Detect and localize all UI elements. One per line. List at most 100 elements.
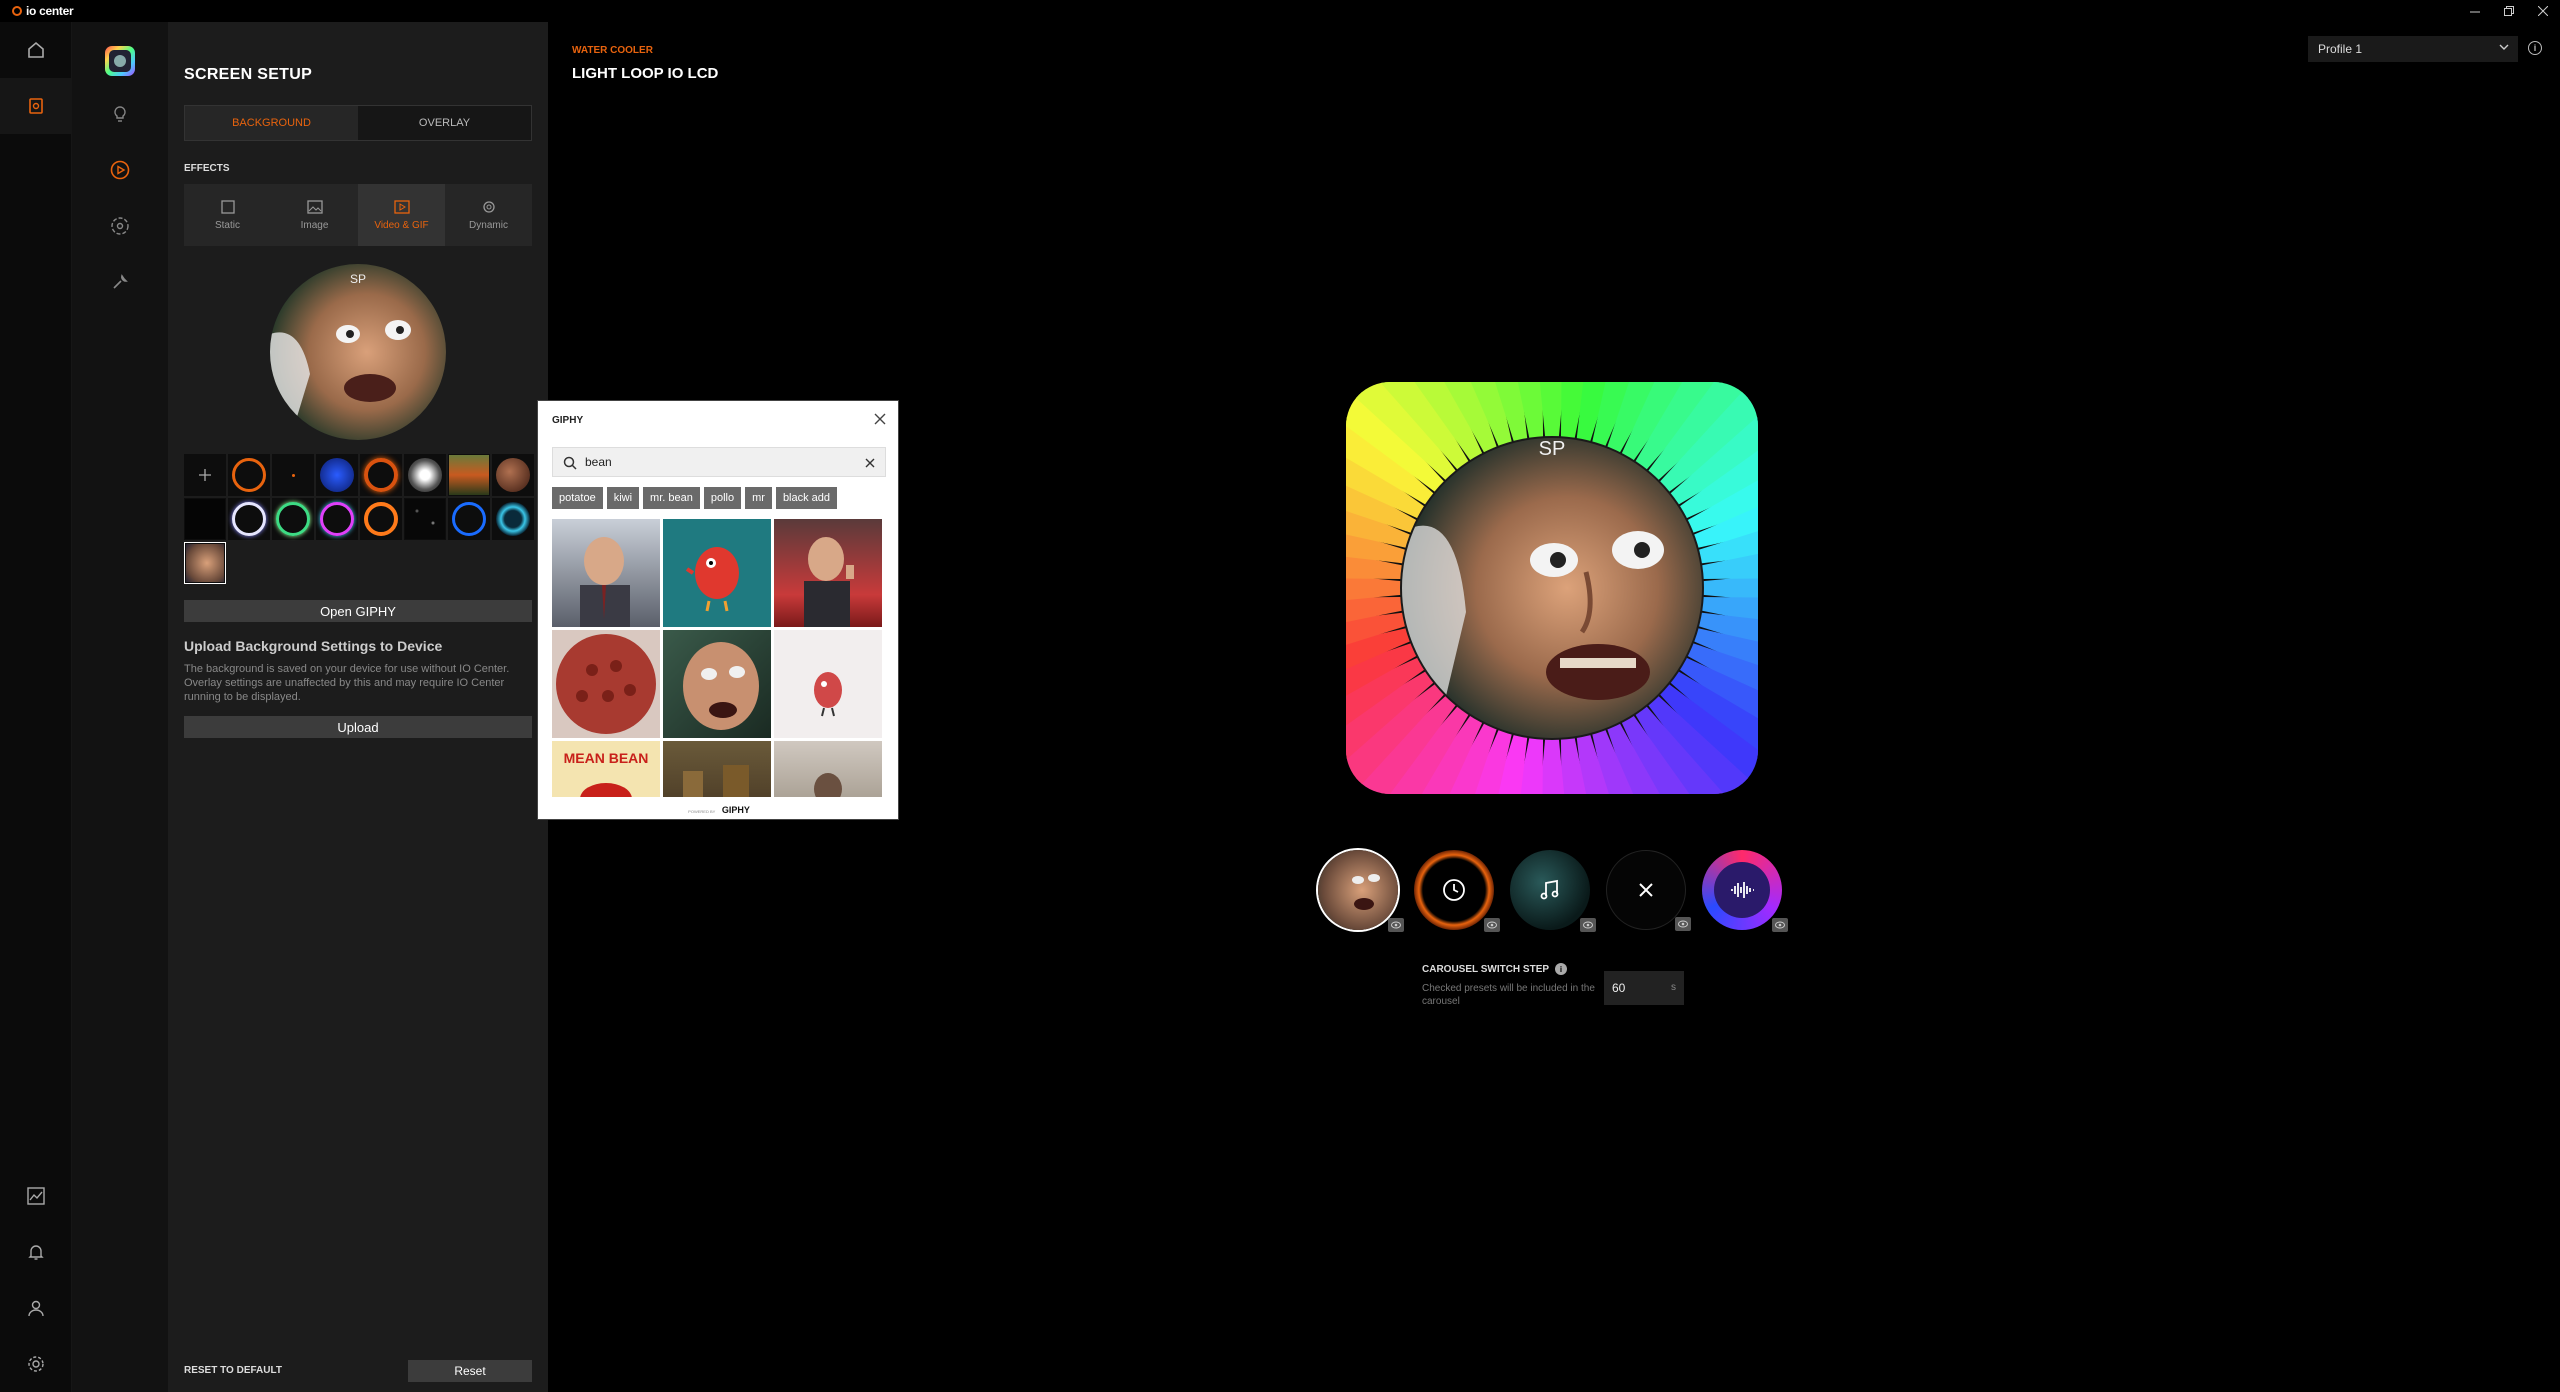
device-thumbnail[interactable] [105,46,135,76]
preset-thumb[interactable] [404,454,446,496]
gif-result[interactable] [774,519,882,627]
eye-icon[interactable] [1580,918,1596,932]
effect-image[interactable]: Image [271,184,358,246]
clear-search-icon[interactable] [863,456,877,470]
open-giphy-button[interactable]: Open GIPHY [184,600,532,622]
performance-icon[interactable] [0,1168,72,1224]
minimize-icon[interactable] [2458,0,2492,22]
carousel-step-input[interactable]: 60 s [1604,971,1684,1005]
info-icon[interactable]: i [2528,41,2542,55]
settings-gear-icon[interactable] [0,1336,72,1392]
preset-thumb[interactable] [360,454,402,496]
dynamic-icon [482,200,495,213]
preset-thumb-selected[interactable] [184,542,226,584]
preset-carousel [1318,850,1788,932]
giphy-title: GIPHY [552,415,584,426]
tab-overlay[interactable]: OVERLAY [358,106,531,140]
eye-icon[interactable] [1484,918,1500,932]
bell-icon[interactable] [0,1224,72,1280]
giphy-powered-by: POWERED BY GIPHY [538,805,900,815]
device-nav [72,22,168,1392]
carousel-step-value: 60 [1612,981,1626,995]
screen-setup-panel: SCREEN SETUP BACKGROUND OVERLAY EFFECTS … [168,22,548,1392]
gif-result[interactable] [663,741,771,797]
profile-dropdown[interactable]: Profile 1 [2308,36,2518,62]
fan-icon[interactable] [72,198,168,254]
carousel-step-label: CAROUSEL SWITCH STEP i [1422,963,1568,975]
restore-icon[interactable] [2492,0,2526,22]
carousel-item-clock[interactable] [1414,850,1500,932]
close-icon[interactable] [2526,0,2560,22]
carousel-item-music[interactable] [1510,850,1596,932]
giphy-tag[interactable]: mr [745,487,772,509]
effect-dynamic-label: Dynamic [469,219,508,231]
reset-to-default-label: RESET TO DEFAULT [184,1365,282,1376]
device-category: WATER COOLER [572,45,653,56]
eye-icon[interactable] [1772,918,1788,932]
video-icon [393,199,410,214]
gif-result[interactable] [774,630,882,738]
gif-result[interactable] [774,741,882,797]
preset-thumb[interactable] [184,498,226,540]
clock-icon [1443,879,1465,901]
tools-wrench-icon[interactable] [72,254,168,310]
close-icon[interactable] [872,411,888,427]
preset-thumb[interactable] [448,454,490,496]
add-preset-button[interactable] [184,454,226,496]
carousel-step-text: CAROUSEL SWITCH STEP [1422,963,1550,975]
giphy-results: MEAN BEAN [552,519,886,797]
preset-thumb[interactable] [316,498,358,540]
giphy-tag[interactable]: mr. bean [643,487,700,509]
giphy-search-input[interactable]: bean [552,447,886,477]
lcd-overlay-text: SP [1538,438,1566,460]
carousel-item-none[interactable] [1606,850,1691,931]
background-preview: SP [270,264,446,440]
preset-thumb[interactable] [228,454,270,496]
eye-icon[interactable] [1388,918,1404,932]
sound-wave-icon [1731,882,1754,898]
gif-result[interactable] [663,519,771,627]
gif-result[interactable] [552,630,660,738]
plus-icon [199,469,211,481]
upload-button[interactable]: Upload [184,716,532,738]
eye-icon[interactable] [1675,917,1691,931]
user-icon[interactable] [0,1280,72,1336]
effect-video-gif[interactable]: Video & GIF [358,184,445,246]
preset-thumb[interactable] [360,498,402,540]
preset-thumb[interactable] [404,498,446,540]
preset-thumb[interactable] [316,454,358,496]
gif-result[interactable]: MEAN BEAN [552,741,660,797]
giphy-tag[interactable]: pollo [703,487,742,509]
screen-setup-icon[interactable] [72,142,168,198]
preset-thumb[interactable] [448,498,490,540]
info-icon[interactable]: i [1555,963,1568,975]
effect-video-label: Video & GIF [374,219,429,231]
giphy-tag[interactable]: black add [775,487,838,509]
square-icon [220,199,235,214]
preset-thumb[interactable] [492,498,534,540]
close-x-icon [1639,883,1653,897]
preset-thumb[interactable] [228,498,270,540]
carousel-item-gif[interactable] [1318,850,1404,932]
giphy-tag[interactable]: potatoe [552,487,603,509]
reset-button[interactable]: Reset [408,1360,532,1382]
device-nav-icon[interactable] [0,78,72,134]
giphy-tag[interactable]: kiwi [606,487,640,509]
music-note-icon [1540,879,1559,900]
effect-dynamic[interactable]: Dynamic [445,184,532,246]
powered-by-text: POWERED BY [688,809,716,814]
preset-thumb[interactable] [272,498,314,540]
gif-result[interactable] [552,519,660,627]
logo-ring-icon [12,6,22,16]
giphy-search-value: bean [585,455,612,469]
effect-static[interactable]: Static [184,184,271,246]
preset-thumb[interactable] [492,454,534,496]
background-overlay-tabs: BACKGROUND OVERLAY [184,105,532,141]
lighting-bulb-icon[interactable] [72,86,168,142]
carousel-item-audio[interactable] [1702,850,1788,932]
tab-background[interactable]: BACKGROUND [185,106,358,140]
gif-result[interactable] [663,630,771,738]
face-thumbnail [1352,874,1380,910]
preset-thumb[interactable] [272,454,314,496]
home-icon[interactable] [0,22,72,78]
